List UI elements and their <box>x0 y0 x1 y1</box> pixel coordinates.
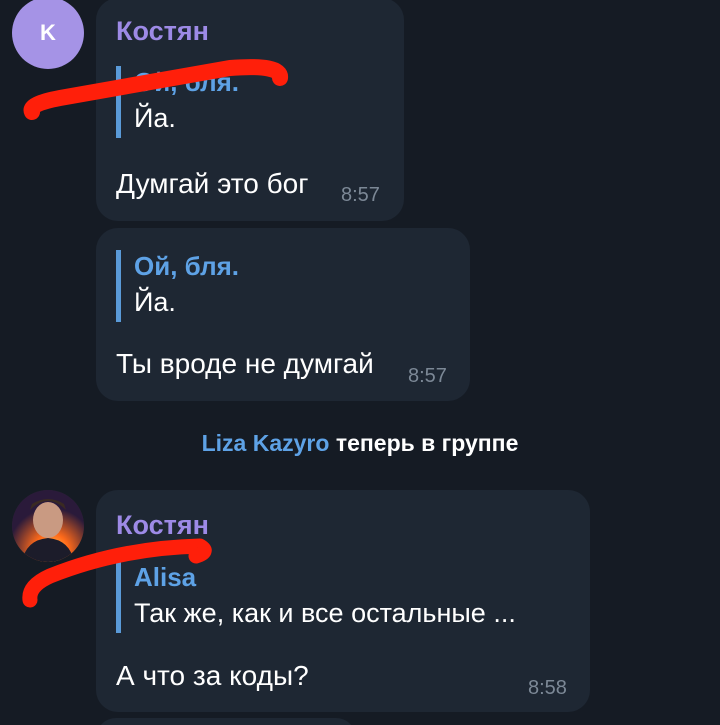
message-text: Ты вроде не думгай <box>116 348 374 379</box>
service-user-link[interactable]: Liza Kazyro <box>202 430 330 456</box>
message-time: 8:57 <box>341 184 380 206</box>
reply-preview[interactable]: Ой, бля. Йа. <box>116 66 239 138</box>
reply-preview[interactable]: Ой, бля. Йа. <box>116 250 239 322</box>
message-time: 8:57 <box>408 365 447 387</box>
service-text: теперь в группе <box>329 430 519 456</box>
avatar-photo-image <box>12 490 84 562</box>
service-message: Liza Kazyro теперь в группе <box>0 430 720 457</box>
message-text: Думгай это бог <box>116 168 309 199</box>
reply-author: Ой, бля. <box>134 251 239 281</box>
message-text: А что за коды? <box>116 660 309 691</box>
sender-name[interactable]: Костян <box>116 16 209 47</box>
message-bubble-partial[interactable] <box>96 718 356 725</box>
message-bubble[interactable]: Ой, бля. Йа. Ты вроде не думгай 8:57 <box>96 228 470 401</box>
message-bubble[interactable]: Костян Ой, бля. Йа. Думгай это бог 8:57 <box>96 0 404 221</box>
message-bubble[interactable]: Костян Alisa Так же, как и все остальные… <box>96 490 590 712</box>
reply-text: Так же, как и все остальные ... <box>134 598 516 628</box>
sender-avatar[interactable]: K <box>12 0 84 69</box>
message-time: 8:58 <box>528 677 567 699</box>
reply-preview[interactable]: Alisa Так же, как и все остальные ... <box>116 561 516 633</box>
chat-area: K Костян Ой, бля. Йа. Думгай это бог 8:5… <box>0 0 720 725</box>
sender-name[interactable]: Костян <box>116 510 209 541</box>
reply-author: Alisa <box>134 562 197 592</box>
reply-text: Йа. <box>134 287 176 317</box>
reply-text: Йа. <box>134 103 176 133</box>
sender-avatar-photo[interactable] <box>12 490 84 562</box>
reply-author: Ой, бля. <box>134 67 239 97</box>
avatar-letter: K <box>40 20 56 45</box>
